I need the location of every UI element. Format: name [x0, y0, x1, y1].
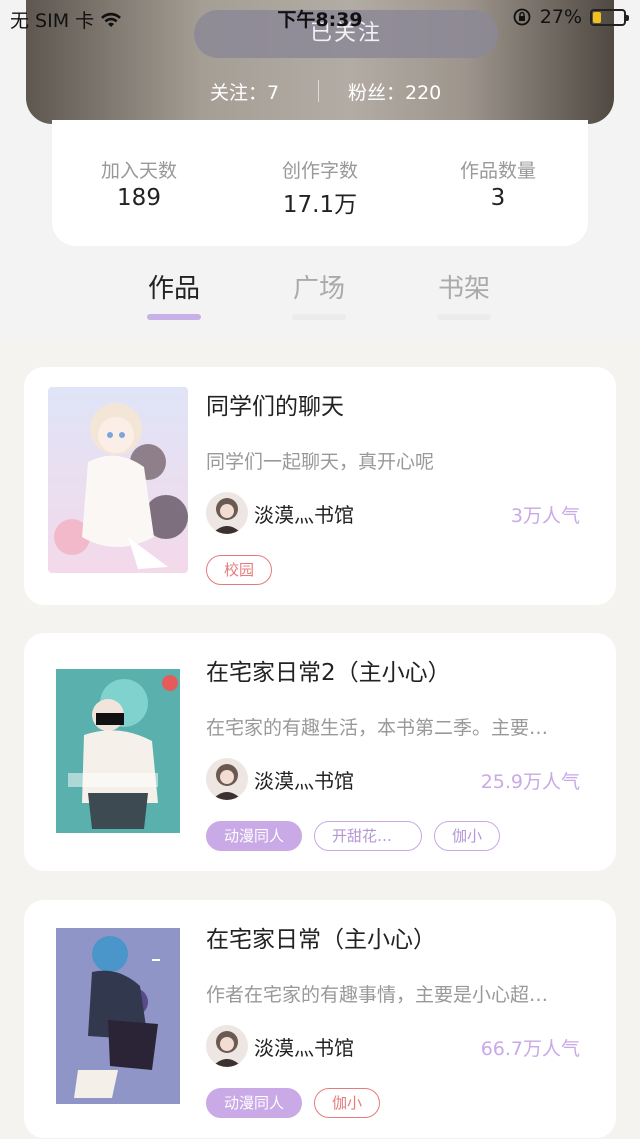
- tab-label: 作品: [147, 274, 200, 304]
- tag[interactable]: 动漫同人: [206, 821, 303, 851]
- book-author[interactable]: 淡漠灬书馆: [206, 757, 354, 801]
- book-cover-image: [48, 920, 188, 1106]
- avatar: [206, 758, 248, 800]
- avatar: [206, 1025, 248, 1067]
- stat-label: 创作字数: [281, 160, 358, 182]
- stat-label: 作品数量: [459, 160, 536, 182]
- book-title: 同学们的聊天: [206, 394, 344, 420]
- tab-label: 广场: [292, 274, 345, 304]
- tab-square[interactable]: 广场: [289, 268, 349, 320]
- book-cover-image: [48, 653, 188, 839]
- popularity-count: 25.9万人气: [480, 771, 580, 793]
- stats-divider: [318, 80, 319, 102]
- tab-label: 书架: [437, 274, 490, 304]
- tag-list: 校园: [206, 555, 273, 585]
- popularity-count: 66.7万人气: [480, 1038, 580, 1060]
- fans-count[interactable]: 粉丝：220: [348, 78, 441, 105]
- author-name: 淡漠灬书馆: [254, 1035, 354, 1060]
- tag[interactable]: 伽小: [434, 821, 501, 851]
- tag-list: 动漫同人 开甜花粗… 伽小: [206, 821, 501, 851]
- book-card[interactable]: 在宅家日常（主小心） 作者在宅家的有趣事情，主要是小心超… 淡漠灬书馆 66.7…: [24, 900, 616, 1138]
- avatar: [206, 492, 248, 534]
- author-name: 淡漠灬书馆: [254, 502, 354, 527]
- tab-bookshelf[interactable]: 书架: [434, 268, 494, 320]
- tag[interactable]: 伽小: [314, 1088, 381, 1118]
- tab-indicator: [437, 314, 491, 320]
- follow-stats-row: 关注：7 粉丝：220: [26, 76, 614, 106]
- rotation-lock-icon: [513, 8, 531, 26]
- book-description: 同学们一起聊天，真开心呢: [206, 451, 435, 473]
- book-title: 在宅家日常2（主小心）: [206, 660, 451, 686]
- stat-join-days: 加入天数 189: [64, 156, 214, 211]
- status-right-group: 27%: [512, 6, 629, 28]
- tab-indicator: [147, 314, 201, 320]
- stat-works-count: 作品数量 3: [423, 156, 573, 211]
- tag[interactable]: 动漫同人: [206, 1088, 303, 1118]
- following-count[interactable]: 关注：7: [210, 78, 279, 105]
- profile-stats-card: 加入天数 189 创作字数 17.1万 作品数量 3: [52, 120, 588, 246]
- book-card[interactable]: 在宅家日常2（主小心） 在宅家的有趣生活，本书第二季。主要… 淡漠灬书馆 25.…: [24, 633, 616, 871]
- stat-value: 17.1万: [282, 192, 358, 218]
- battery-icon: [590, 8, 629, 26]
- book-cover-image: [48, 387, 188, 573]
- author-name: 淡漠灬书馆: [254, 768, 354, 793]
- book-author[interactable]: 淡漠灬书馆: [206, 491, 354, 535]
- stat-value: 3: [490, 185, 506, 211]
- battery-percent: 27%: [539, 6, 582, 28]
- book-title: 在宅家日常（主小心）: [206, 927, 436, 953]
- book-author[interactable]: 淡漠灬书馆: [206, 1024, 354, 1068]
- stat-word-count: 创作字数 17.1万: [245, 156, 395, 219]
- popularity-count: 3万人气: [510, 505, 580, 527]
- status-bar: 无 SIM 卡 下午8:39 27%: [0, 0, 640, 36]
- tag-list: 动漫同人 伽小: [206, 1088, 381, 1118]
- profile-tabs: 作品 广场 书架: [0, 262, 640, 322]
- stat-label: 加入天数: [100, 160, 177, 182]
- book-card[interactable]: 同学们的聊天 同学们一起聊天，真开心呢 淡漠灬书馆 3万人气 校园: [24, 367, 616, 605]
- tag[interactable]: 校园: [206, 555, 273, 585]
- tab-works[interactable]: 作品: [144, 268, 204, 320]
- book-description: 作者在宅家的有趣事情，主要是小心超…: [206, 984, 549, 1006]
- book-description: 在宅家的有趣生活，本书第二季。主要…: [206, 717, 549, 739]
- tag[interactable]: 开甜花粗…: [314, 821, 423, 851]
- stat-value: 189: [117, 185, 161, 211]
- tab-indicator: [292, 314, 346, 320]
